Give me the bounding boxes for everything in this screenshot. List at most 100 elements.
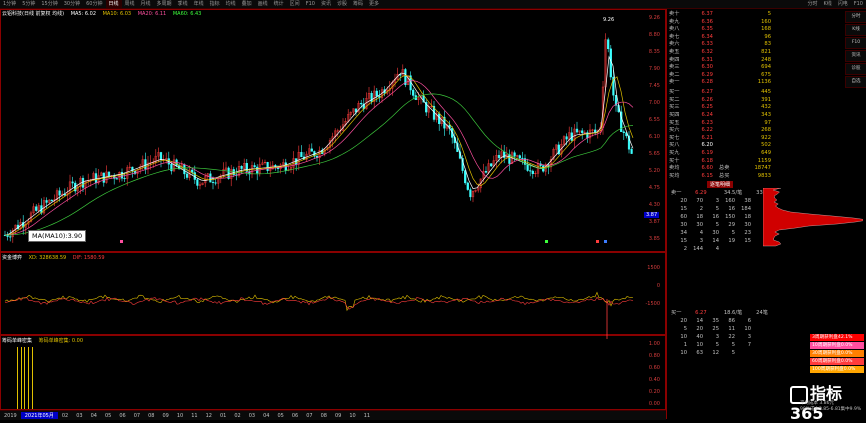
toolbar-item-13[interactable]: 叠加 bbox=[239, 0, 255, 8]
toolbar-right-item-3[interactable]: F10 bbox=[851, 0, 866, 8]
chart-area[interactable]: 云铝科技(日线 前复权 均线) MA5: 6.02 MA10: 6.03 MA2… bbox=[0, 9, 666, 410]
indicator-tick: 0.60 bbox=[648, 365, 660, 371]
high-price-label: 9.26 bbox=[603, 17, 615, 23]
toolbar-item-10[interactable]: 年线 bbox=[191, 0, 207, 8]
candle-body bbox=[214, 182, 217, 184]
toolbar-item-11[interactable]: 指标 bbox=[207, 0, 223, 8]
candle-body bbox=[581, 130, 584, 133]
candle-body bbox=[469, 189, 472, 198]
toolbar-item-9[interactable]: 季线 bbox=[175, 0, 191, 8]
depth-profile bbox=[763, 188, 863, 247]
time-tick: 2019 bbox=[4, 412, 17, 419]
candle-body bbox=[266, 162, 269, 171]
summary-row: 买均 6.15 总买 9833 bbox=[669, 172, 771, 179]
time-tick: 02 bbox=[61, 412, 69, 419]
time-tick: 08 bbox=[320, 412, 327, 419]
candle-body bbox=[497, 155, 501, 158]
toolbar-item-19[interactable]: 诊股 bbox=[334, 0, 350, 8]
time-tick: 04 bbox=[90, 412, 97, 419]
toolbar-item-3[interactable]: 30分钟 bbox=[61, 0, 83, 8]
toolbar-right: 分时 K线 闪电 F10 bbox=[804, 0, 866, 8]
side-tab-0[interactable]: 分时 bbox=[845, 11, 866, 23]
side-tab-1[interactable]: K线 bbox=[845, 24, 866, 36]
toolbar-item-2[interactable]: 15分钟 bbox=[38, 0, 60, 8]
time-tick: 08 bbox=[148, 412, 155, 419]
toolbar-item-21[interactable]: 更多 bbox=[366, 0, 382, 8]
candle-body bbox=[183, 164, 186, 175]
toolbar-item-1[interactable]: 5分钟 bbox=[19, 0, 38, 8]
candle-body bbox=[107, 171, 111, 177]
kline-chart[interactable] bbox=[0, 9, 640, 409]
candle-body bbox=[594, 129, 597, 133]
detail-row: 15 3 14 19 15 bbox=[680, 238, 751, 244]
ma-tooltip: MA(MA10):3.90 bbox=[28, 230, 87, 242]
side-tab-3[interactable]: 资讯 bbox=[845, 50, 866, 62]
toolbar-right-item-0[interactable]: 分时 bbox=[804, 0, 820, 8]
candle-body bbox=[622, 131, 625, 133]
order-book: 卖十 6.37 5 卖九 6.36 160 卖八 6.35 168 卖七 6.34 96 卖六 6.33 8… bbox=[666, 9, 775, 184]
candle-body bbox=[123, 178, 126, 180]
toolbar-item-17[interactable]: F10 bbox=[303, 0, 318, 8]
detail-row: 20 70 3 160 38 bbox=[680, 198, 751, 204]
toolbar-item-18[interactable]: 资讯 bbox=[318, 0, 334, 8]
price-tick: 5.20 bbox=[648, 168, 660, 174]
ask-row: 卖一 6.28 1136 bbox=[669, 79, 771, 86]
depth-histogram bbox=[763, 188, 863, 247]
toolbar-item-5[interactable]: 日线 bbox=[105, 0, 122, 8]
time-tick: 11 bbox=[191, 412, 198, 419]
detail-row: 20 14 35 86 6 bbox=[680, 318, 751, 324]
osc-tick: -1500 bbox=[645, 301, 660, 307]
candle-body bbox=[575, 128, 579, 133]
candle-body bbox=[438, 113, 441, 125]
toolbar-item-12[interactable]: 均线 bbox=[223, 0, 239, 8]
candle-body bbox=[159, 152, 163, 160]
side-tab-4[interactable]: 诊股 bbox=[845, 63, 866, 75]
candle-body bbox=[209, 173, 212, 183]
signal-marker bbox=[545, 240, 548, 243]
candle-body bbox=[9, 236, 12, 238]
signal-marker bbox=[604, 240, 607, 243]
toolbar-item-4[interactable]: 60分钟 bbox=[83, 0, 105, 8]
candle-body bbox=[360, 103, 363, 105]
toolbar-item-20[interactable]: 筹码 bbox=[350, 0, 366, 8]
toolbar-item-0[interactable]: 1分钟 bbox=[0, 0, 19, 8]
signal-marker bbox=[120, 240, 123, 243]
price-tick: 4.30 bbox=[648, 202, 660, 208]
candle-body bbox=[526, 164, 529, 171]
price-tick: 7.00 bbox=[648, 100, 660, 106]
time-tick: 10 bbox=[349, 412, 356, 419]
candle-body bbox=[508, 154, 511, 164]
toolbar-item-6[interactable]: 周线 bbox=[122, 0, 138, 8]
candle-body bbox=[71, 181, 74, 184]
time-tick: 07 bbox=[306, 412, 313, 419]
toolbar-item-7[interactable]: 月线 bbox=[138, 0, 154, 8]
candle-body bbox=[240, 166, 243, 169]
side-tab-5[interactable]: 自选 bbox=[845, 76, 866, 88]
candle-body bbox=[466, 182, 469, 190]
candle-body bbox=[94, 173, 98, 184]
price-tick: 3.87 bbox=[648, 219, 660, 225]
candle-body bbox=[531, 170, 534, 175]
side-tabs[interactable]: 分时 K线 F10 资讯 诊股 自选 bbox=[844, 10, 866, 180]
osc-line-dif bbox=[4, 296, 634, 310]
toolbar-item-15[interactable]: 统计 bbox=[271, 0, 287, 8]
time-tick: 01 bbox=[219, 412, 227, 419]
ma-line bbox=[4, 55, 634, 236]
toolbar-item-14[interactable]: 画线 bbox=[255, 0, 271, 8]
price-tick: 6.55 bbox=[648, 117, 660, 123]
side-tab-2[interactable]: F10 bbox=[845, 37, 866, 49]
profit-legend-item: 3周期获利盘42.1% bbox=[810, 334, 864, 341]
toolbar-right-item-1[interactable]: K线 bbox=[820, 0, 834, 8]
candle-body bbox=[529, 170, 532, 172]
detail-row: 15 2 5 16 184 bbox=[680, 206, 751, 212]
top-toolbar: 1分钟 5分钟 15分钟 30分钟 60分钟 日线 周线 月线 多周期 季线 年线 指标 均线 叠加 画线统… bbox=[0, 0, 866, 9]
candle-body bbox=[120, 171, 124, 179]
depth-title[interactable]: 逐笔明细 bbox=[707, 181, 734, 188]
toolbar-item-8[interactable]: 多周期 bbox=[154, 0, 175, 8]
time-tick: 05 bbox=[104, 412, 112, 419]
indicator-tick: 1.00 bbox=[648, 341, 660, 347]
toolbar-item-16[interactable]: 区间 bbox=[287, 0, 303, 8]
toolbar-right-item-2[interactable]: 闪电 bbox=[835, 0, 851, 8]
candle-body bbox=[375, 90, 378, 97]
price-tick: 7.45 bbox=[648, 83, 660, 89]
